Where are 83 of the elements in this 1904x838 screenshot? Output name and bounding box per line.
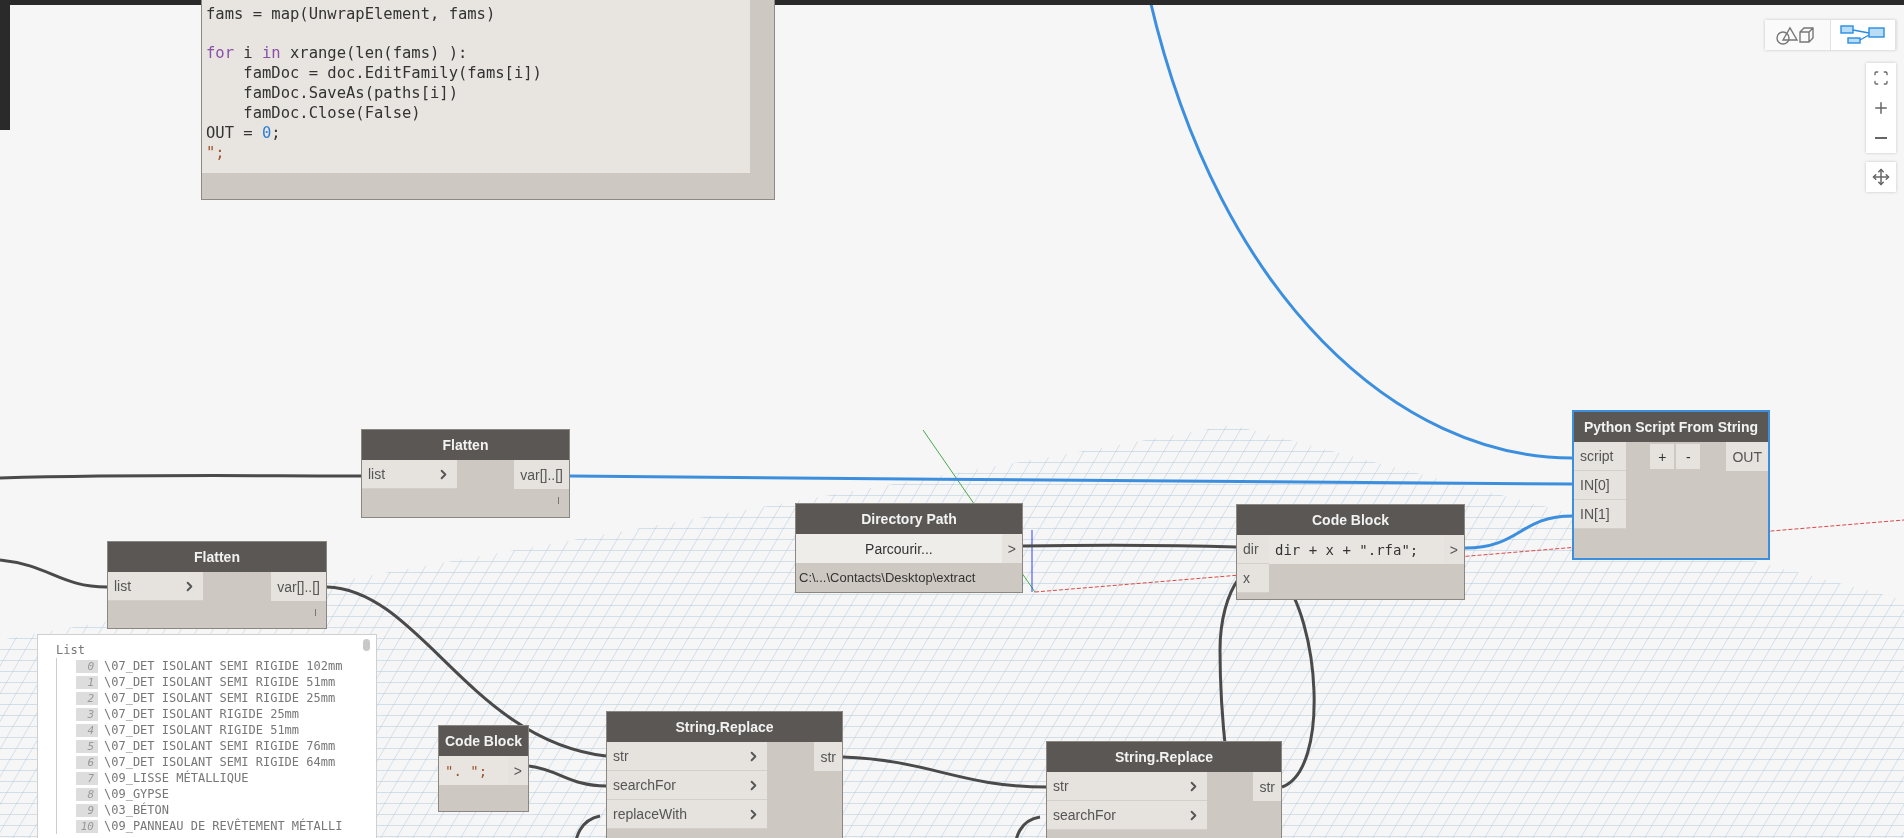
list-index: 3 [76, 707, 98, 721]
list-title: List [56, 643, 85, 658]
graph-node[interactable]: Directory Path Parcourir... > C:\...\Contacts\Desktop\extract [795, 503, 1023, 593]
plus-icon [1872, 99, 1890, 117]
list-item-text: \07_DET ISOLANT RIGIDE 51mm [104, 723, 300, 737]
list-item-text: \07_DET ISOLANT SEMI RIGIDE 25mm [104, 691, 336, 705]
input-port[interactable]: replaceWith [607, 800, 767, 829]
node-title: Flatten [108, 542, 326, 572]
list-item-text: \07_DET ISOLANT SEMI RIGIDE 51mm [104, 675, 336, 689]
list-index: 9 [76, 803, 98, 817]
geometry-view-button[interactable] [1765, 20, 1831, 50]
input-port[interactable]: searchFor [1047, 801, 1207, 830]
connector-wire [573, 814, 601, 838]
input-port[interactable]: list [108, 572, 203, 601]
list-item-text: \03_BÉTON [104, 803, 170, 817]
node-title: Python Script From String [1574, 412, 1768, 442]
pan-button[interactable] [1866, 162, 1896, 192]
minus-icon [1875, 137, 1887, 139]
input-port[interactable]: searchFor [607, 771, 767, 800]
list-item-text: \07_DET ISOLANT SEMI RIGIDE 76mm [104, 739, 336, 753]
input-port[interactable]: list [362, 460, 457, 489]
list-item-text: \07_DET ISOLANT RIGIDE 25mm [104, 707, 300, 721]
output-port[interactable]: OUT [1726, 442, 1768, 471]
code-text[interactable]: ". "; [439, 756, 508, 785]
list-item-text: \09_GYPSE [104, 787, 170, 801]
node-title: String.Replace [1047, 742, 1281, 772]
node-title: String.Replace [607, 712, 842, 742]
output-port[interactable]: > [507, 756, 528, 785]
input-port[interactable]: script [1574, 442, 1626, 471]
output-port[interactable]: > [1443, 535, 1464, 564]
list-index: 10 [76, 819, 98, 833]
graph-node[interactable]: Code Block dir x dir + x + ".rfa"; > [1236, 504, 1465, 600]
code-line: "; [206, 143, 226, 163]
node-title: Code Block [1237, 505, 1464, 535]
pan-arrows-icon [1872, 168, 1890, 186]
path-text: C:\...\Contacts\Desktop\extract [798, 569, 977, 587]
list-item-text: \07_DET ISOLANT SEMI RIGIDE 64mm [104, 755, 336, 769]
list-index: 0 [76, 659, 98, 673]
graph-node[interactable]: String.Replace str searchFor str [1046, 741, 1282, 838]
output-port[interactable]: var[]..[] [514, 460, 569, 489]
input-port[interactable]: str [607, 742, 767, 771]
scrollbar-thumb[interactable] [363, 639, 370, 651]
input-port[interactable]: str [1047, 772, 1207, 801]
list-index: 2 [76, 691, 98, 705]
list-index: 4 [76, 723, 98, 737]
fit-view-icon [1873, 70, 1889, 86]
input-port[interactable]: IN[1] [1574, 500, 1626, 529]
node-title: Code Block [439, 726, 528, 756]
code-line: famDoc = doc.EditFamily(fams[i]) [242, 63, 543, 83]
browse-button[interactable]: Parcourir... [796, 534, 1002, 563]
graph-node[interactable]: Flatten list var[]..[] [361, 429, 570, 518]
graph-node[interactable]: Flatten list var[]..[] [107, 541, 327, 629]
add-input-button[interactable]: + [1650, 444, 1675, 469]
code-text[interactable]: dir + x + ".rfa"; [1269, 535, 1444, 564]
graph-node[interactable]: Python Script From String script IN[0] IN[1] + - OUT [1572, 410, 1770, 560]
output-port[interactable]: > [1001, 534, 1022, 563]
remove-input-button[interactable]: - [1676, 444, 1701, 469]
list-item-text: \07_DET ISOLANT SEMI RIGIDE 102mm [104, 659, 343, 673]
code-line: OUT = 0; [206, 123, 282, 143]
graph-node[interactable]: Code Block ". "; > [438, 725, 529, 812]
list-item-text: \09_PANNEAU DE REVÊTEMENT MÉTALLI [104, 819, 343, 833]
list-index: 8 [76, 787, 98, 801]
node-title: Directory Path [796, 504, 1022, 534]
graph-view-icon [1839, 24, 1886, 46]
input-port[interactable]: dir [1237, 535, 1269, 564]
code-line: famDoc.Close(False) [242, 103, 422, 123]
list-index: 5 [76, 739, 98, 753]
node-title: Flatten [362, 430, 569, 460]
list-index: 1 [76, 675, 98, 689]
output-port[interactable]: str [1253, 772, 1281, 801]
graph-node[interactable]: String.Replace str searchFor replaceWith str [606, 711, 843, 838]
list-item-text: \09_LISSE MÉTALLIQUE [104, 771, 249, 785]
connector-wire [1013, 815, 1041, 838]
code-line: famDoc.SaveAs(paths[i]) [242, 83, 459, 103]
list-index: 6 [76, 755, 98, 769]
graph-view-button[interactable] [1830, 20, 1896, 50]
input-port[interactable]: x [1237, 564, 1269, 593]
output-port[interactable]: str [814, 742, 842, 771]
input-port[interactable]: IN[0] [1574, 471, 1626, 500]
code-line: fams = map(UnwrapElement, fams) [206, 4, 497, 24]
list-index: 7 [76, 771, 98, 785]
output-port[interactable]: var[]..[] [271, 572, 326, 601]
code-line: for i in xrange(len(fams) ): [206, 43, 469, 63]
